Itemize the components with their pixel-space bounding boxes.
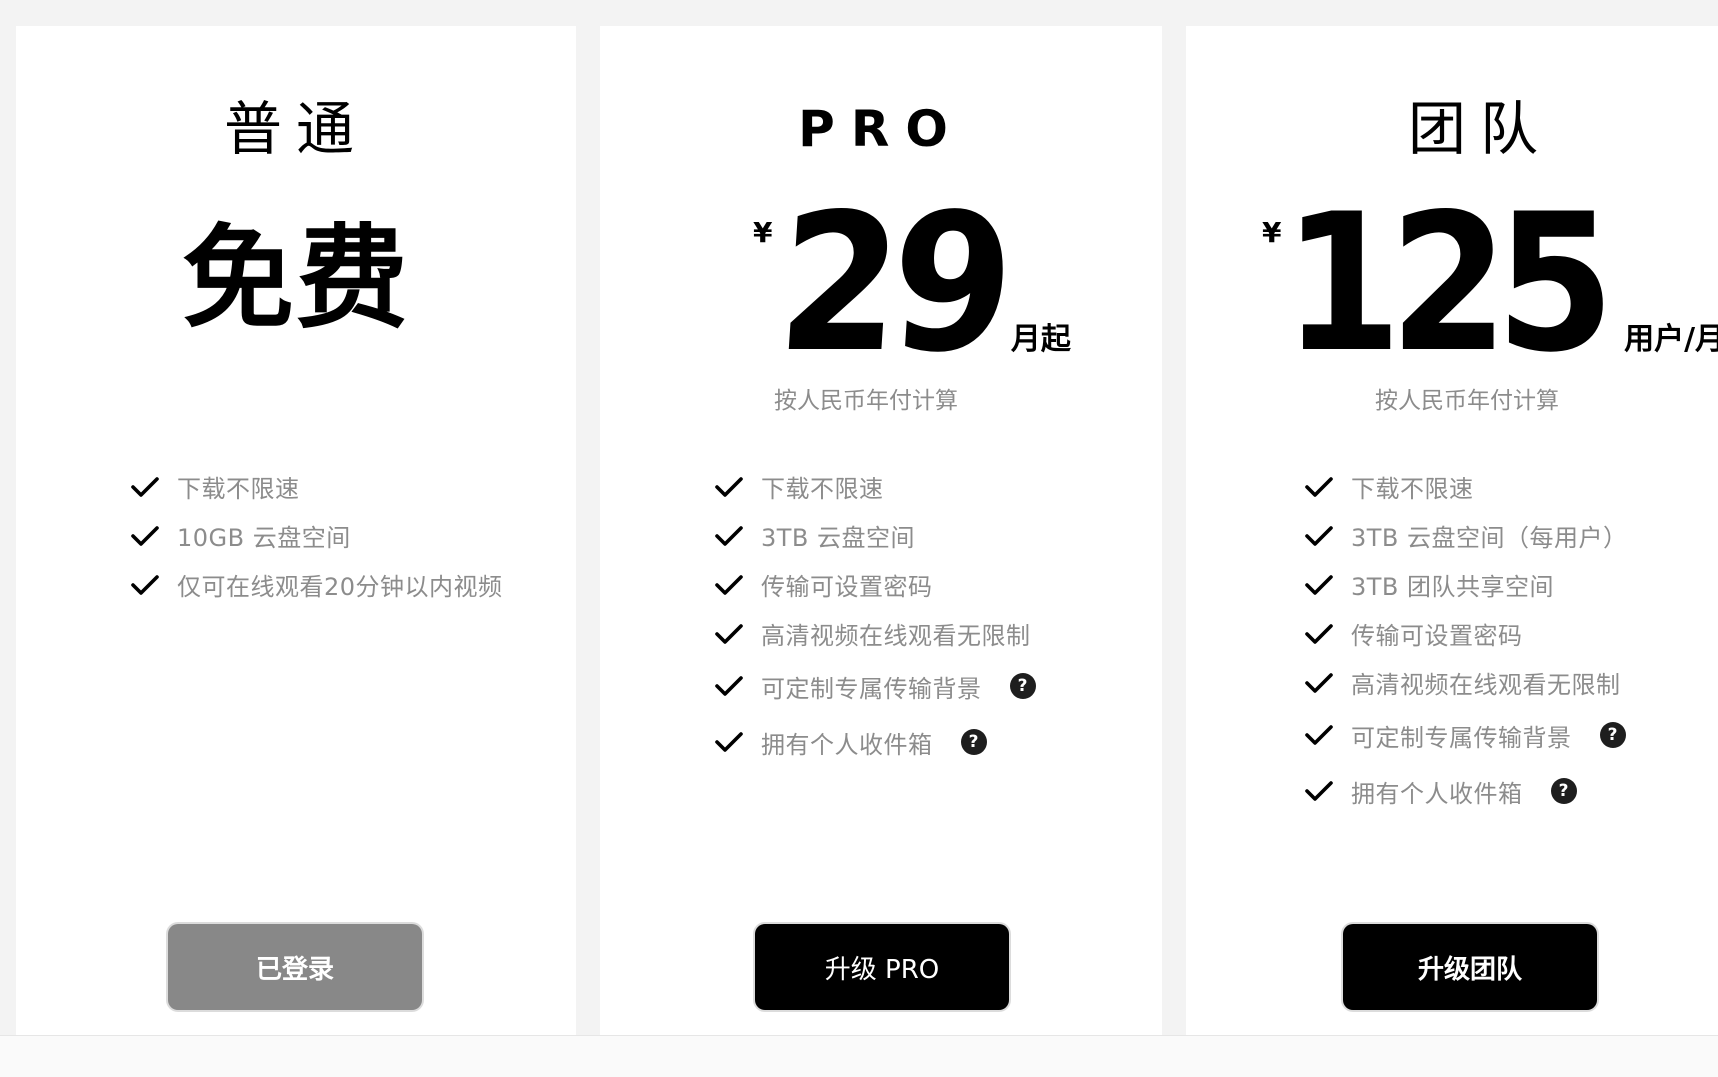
- pricing-page: 普通 免费 下载不限速 10GB 云盘空间 仅可在线观看20分钟以内视频 已登录…: [0, 0, 1718, 1077]
- check-icon: [1305, 623, 1333, 644]
- check-icon: [715, 574, 743, 595]
- currency-symbol: ¥: [753, 216, 773, 249]
- feature-item: 拥有个人收件箱 ?: [715, 714, 1036, 770]
- feature-label: 下载不限速: [1351, 475, 1474, 503]
- feature-item: 下载不限速: [715, 462, 1036, 511]
- feature-item: 高清视频在线观看无限制: [1305, 658, 1628, 707]
- feature-label: 高清视频在线观看无限制: [1351, 671, 1621, 699]
- feature-list: 下载不限速 3TB 云盘空间 传输可设置密码 高清视频在线观看无限制 可定制专属…: [715, 462, 1036, 770]
- plan-card-pro: PRO ¥ 29 月起 按人民币年付计算 下载不限速 3TB 云盘空间 传输可设…: [600, 26, 1162, 1035]
- feature-item: 下载不限速: [131, 462, 503, 511]
- price-period: 月起: [1010, 322, 1071, 357]
- feature-item: 3TB 团队共享空间: [1305, 560, 1628, 609]
- upgrade-team-button[interactable]: 升级团队: [1343, 924, 1597, 1010]
- check-icon: [715, 476, 743, 497]
- feature-label: 可定制专属传输背景: [1351, 723, 1572, 752]
- check-icon: [1305, 525, 1333, 546]
- price-amount: 29: [772, 173, 1012, 394]
- check-icon: [715, 623, 743, 644]
- check-icon: [1305, 574, 1333, 595]
- feature-item: 可定制专属传输背景 ?: [1305, 707, 1628, 763]
- feature-item: 可定制专属传输背景 ?: [715, 658, 1036, 714]
- check-icon: [131, 525, 159, 546]
- plan-price: 免费: [182, 214, 410, 344]
- feature-item: 3TB 云盘空间: [715, 511, 1036, 560]
- check-icon: [715, 732, 743, 752]
- feature-item: 10GB 云盘空间: [131, 511, 503, 560]
- help-circle-icon[interactable]: ?: [1599, 722, 1626, 748]
- feature-label: 拥有个人收件箱: [1351, 779, 1523, 808]
- feature-label: 下载不限速: [177, 475, 300, 503]
- feature-label: 3TB 云盘空间: [761, 524, 916, 552]
- plan-name: 普通: [223, 95, 368, 163]
- check-icon: [1305, 781, 1333, 801]
- page-footer-band: [0, 1035, 1718, 1077]
- price-note: 按人民币年付计算: [774, 388, 958, 414]
- feature-item: 高清视频在线观看无限制: [715, 609, 1036, 658]
- plan-card-free: 普通 免费 下载不限速 10GB 云盘空间 仅可在线观看20分钟以内视频 已登录: [16, 26, 576, 1035]
- feature-label: 传输可设置密码: [761, 573, 933, 601]
- feature-item: 仅可在线观看20分钟以内视频: [131, 560, 503, 609]
- feature-item: 下载不限速: [1305, 462, 1628, 511]
- feature-label: 3TB 云盘空间（每用户）: [1351, 524, 1628, 552]
- help-circle-icon[interactable]: ?: [1009, 673, 1036, 699]
- feature-item: 传输可设置密码: [715, 560, 1036, 609]
- feature-label: 可定制专属传输背景: [761, 674, 982, 703]
- plan-price: ¥ 125 用户/月起: [1262, 173, 1718, 394]
- feature-list: 下载不限速 3TB 云盘空间（每用户） 3TB 团队共享空间 传输可设置密码 高…: [1305, 462, 1628, 819]
- plan-card-team: 团队 ¥ 125 用户/月起 按人民币年付计算 下载不限速 3TB 云盘空间（每…: [1186, 26, 1718, 1035]
- help-circle-icon[interactable]: ?: [1550, 778, 1577, 804]
- plan-name: 团队: [1407, 95, 1552, 163]
- check-icon: [131, 574, 159, 595]
- feature-label: 传输可设置密码: [1351, 622, 1523, 650]
- check-icon: [131, 476, 159, 497]
- check-icon: [1305, 672, 1333, 693]
- feature-label: 10GB 云盘空间: [177, 524, 351, 552]
- feature-item: 传输可设置密码: [1305, 609, 1628, 658]
- currency-symbol: ¥: [1262, 216, 1282, 249]
- feature-item: 拥有个人收件箱 ?: [1305, 763, 1628, 819]
- price-period: 用户/月起: [1624, 322, 1718, 357]
- feature-label: 拥有个人收件箱: [761, 730, 933, 759]
- feature-label: 高清视频在线观看无限制: [761, 622, 1031, 650]
- plan-name: PRO: [798, 100, 964, 158]
- check-icon: [715, 525, 743, 546]
- check-icon: [1305, 476, 1333, 497]
- plan-price: ¥ 29 月起: [753, 173, 1071, 394]
- feature-label: 下载不限速: [761, 475, 884, 503]
- price-note: 按人民币年付计算: [1375, 388, 1559, 414]
- check-icon: [1305, 725, 1333, 745]
- logged-in-button[interactable]: 已登录: [168, 924, 422, 1010]
- price-amount: 125: [1283, 173, 1615, 394]
- feature-label: 3TB 团队共享空间: [1351, 573, 1555, 601]
- help-circle-icon[interactable]: ?: [960, 729, 987, 755]
- feature-item: 3TB 云盘空间（每用户）: [1305, 511, 1628, 560]
- check-icon: [715, 676, 743, 696]
- upgrade-pro-button[interactable]: 升级 PRO: [755, 924, 1009, 1010]
- feature-list: 下载不限速 10GB 云盘空间 仅可在线观看20分钟以内视频: [131, 462, 503, 609]
- feature-label: 仅可在线观看20分钟以内视频: [177, 573, 503, 601]
